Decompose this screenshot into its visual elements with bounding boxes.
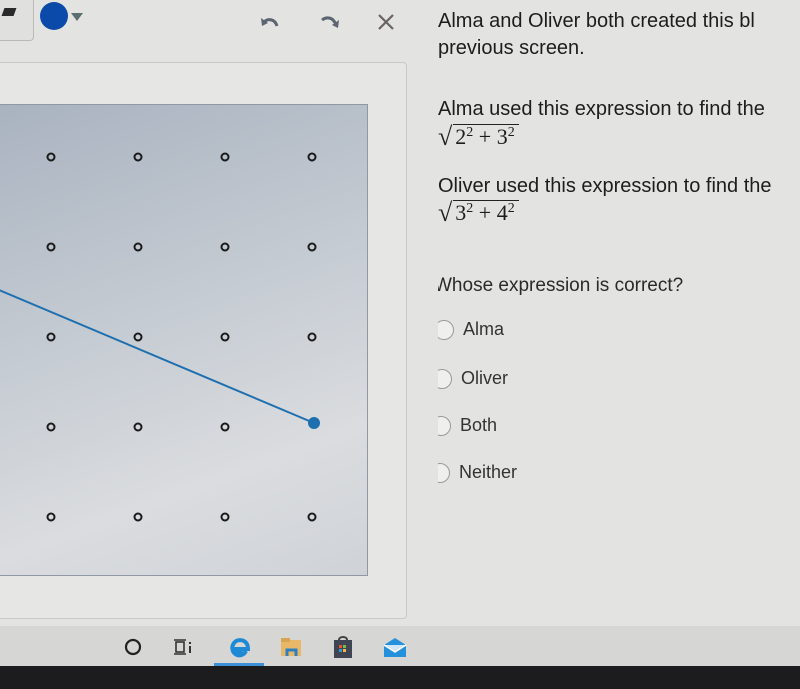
- store-icon: [334, 636, 352, 658]
- option-neither[interactable]: Neither: [438, 462, 517, 483]
- geoboard-peg[interactable]: [133, 332, 143, 342]
- edge-icon: [230, 638, 251, 658]
- option-alma[interactable]: Alma: [438, 319, 504, 340]
- file-explorer-button[interactable]: [276, 632, 306, 662]
- operator: +: [478, 124, 492, 149]
- alma-term-a: 2: [455, 124, 467, 149]
- color-picker[interactable]: [40, 2, 83, 30]
- taskbar: [0, 626, 800, 666]
- cortana-icon: [124, 638, 142, 656]
- geoboard-peg[interactable]: [46, 512, 56, 522]
- option-label: Alma: [463, 319, 505, 339]
- intro-text-line2: previous screen.: [438, 37, 585, 59]
- geoboard-peg[interactable]: [307, 152, 317, 162]
- geoboard-peg[interactable]: [133, 152, 143, 162]
- alma-expression: √ 22 + 32: [438, 124, 519, 150]
- segment-endpoint[interactable]: [308, 417, 320, 429]
- exponent: 2: [466, 201, 474, 216]
- intro-text-line1: Alma and Oliver both created this bl: [438, 10, 755, 32]
- geoboard-peg[interactable]: [46, 242, 56, 252]
- alma-term-b: 3: [496, 124, 508, 149]
- alma-description: Alma used this expression to find the: [438, 98, 765, 120]
- radio-button[interactable]: [438, 319, 454, 340]
- file-explorer-icon: [281, 638, 301, 656]
- redo-icon: [321, 16, 339, 28]
- task-view-icon: [174, 639, 191, 655]
- geoboard-peg[interactable]: [46, 152, 56, 162]
- pen-tool-button[interactable]: [0, 0, 34, 41]
- cortana-button[interactable]: [118, 632, 148, 662]
- exponent: 2: [507, 125, 515, 140]
- oliver-term-a: 3: [455, 200, 467, 225]
- option-oliver[interactable]: Oliver: [438, 368, 508, 389]
- geoboard-peg[interactable]: [46, 422, 56, 432]
- radio-button[interactable]: [438, 462, 450, 483]
- option-label: Both: [460, 415, 498, 435]
- option-label: Oliver: [461, 368, 509, 388]
- sqrt-icon: √: [438, 198, 453, 227]
- mail-button[interactable]: [380, 632, 410, 662]
- drawn-segment[interactable]: [0, 289, 315, 424]
- geoboard-peg[interactable]: [307, 242, 317, 252]
- oliver-description: Oliver used this expression to find the: [438, 175, 772, 197]
- oliver-expression: √ 32 + 42: [438, 200, 519, 226]
- color-swatch-icon: [40, 2, 68, 30]
- geoboard-peg[interactable]: [133, 422, 143, 432]
- geoboard-peg[interactable]: [220, 512, 230, 522]
- geoboard-peg[interactable]: [307, 332, 317, 342]
- exponent: 2: [466, 125, 474, 140]
- geoboard-peg[interactable]: [46, 332, 56, 342]
- store-button[interactable]: [328, 632, 358, 662]
- question-panel: Alma and Oliver both created this bl pre…: [438, 0, 800, 620]
- geoboard-peg[interactable]: [220, 422, 230, 432]
- task-view-button[interactable]: [168, 632, 198, 662]
- undo-icon: [261, 18, 279, 27]
- pen-icon: [1, 8, 17, 16]
- chevron-down-icon: [71, 13, 83, 21]
- geoboard-peg[interactable]: [220, 332, 230, 342]
- geoboard-peg[interactable]: [133, 242, 143, 252]
- option-label: Neither: [459, 462, 518, 482]
- operator: +: [478, 200, 492, 225]
- close-button[interactable]: [372, 8, 400, 36]
- geoboard-peg[interactable]: [133, 512, 143, 522]
- oliver-term-b: 4: [496, 200, 508, 225]
- undo-button[interactable]: [256, 8, 284, 36]
- geoboard-peg[interactable]: [220, 152, 230, 162]
- mail-icon: [383, 638, 407, 657]
- geoboard-canvas[interactable]: [0, 104, 368, 576]
- monitor-bezel: [0, 666, 800, 689]
- radio-button[interactable]: [438, 368, 452, 389]
- redo-button[interactable]: [316, 8, 344, 36]
- option-both[interactable]: Both: [438, 415, 497, 436]
- geoboard-peg[interactable]: [220, 242, 230, 252]
- geoboard-peg[interactable]: [307, 512, 317, 522]
- sqrt-icon: √: [438, 122, 453, 151]
- exponent: 2: [507, 201, 515, 216]
- close-icon: [378, 14, 394, 30]
- question-prompt: Whose expression is correct?: [438, 275, 684, 296]
- edge-button[interactable]: [224, 632, 254, 662]
- geoboard-svg[interactable]: [0, 105, 367, 575]
- radio-button[interactable]: [438, 415, 451, 436]
